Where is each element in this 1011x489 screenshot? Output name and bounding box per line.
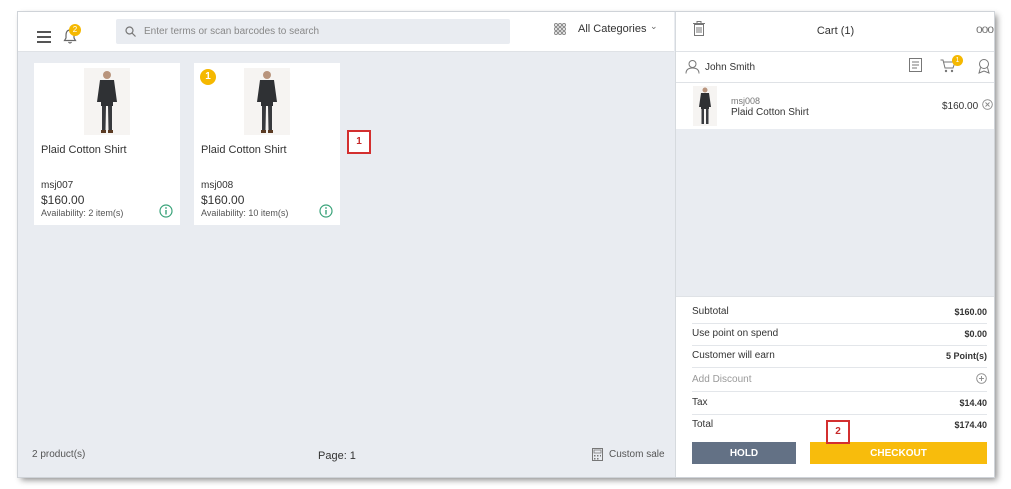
customer-row[interactable]: John Smith 1 <box>676 52 994 83</box>
product-name: Plaid Cotton Shirt <box>41 144 127 156</box>
search-icon <box>125 26 136 37</box>
receipt-icon[interactable] <box>909 58 922 72</box>
menu-icon[interactable] <box>37 31 51 43</box>
product-count: 2 product(s) <box>32 449 86 460</box>
product-sku: msj008 <box>201 180 234 191</box>
top-bar: 2 Enter terms or scan barcodes to search… <box>18 12 674 52</box>
cart-panel: Cart (1) ooo John Smith 1 msj008 Plaid C… <box>675 12 994 477</box>
product-sku: msj007 <box>41 180 74 191</box>
order-summary: Subtotal $160.00 Use point on spend $0.0… <box>676 296 994 477</box>
callout-marker-2: 2 <box>826 420 850 444</box>
remove-icon[interactable] <box>982 99 993 110</box>
product-availability: Availability: 10 item(s) <box>201 208 289 218</box>
cart-item-sku: msj008 <box>731 96 761 106</box>
product-card[interactable]: 1 Plaid Cotton Shirt msj008 $160.00 Avai… <box>194 63 340 225</box>
cart-line-item[interactable]: msj008 Plaid Cotton Shirt $160.00 <box>676 83 994 129</box>
total-value: $174.40 <box>954 420 987 430</box>
add-discount-label: Add Discount <box>692 374 752 385</box>
subtotal-row: Subtotal $160.00 <box>692 301 987 324</box>
notification-badge: 2 <box>69 24 81 36</box>
chevron-down-icon: ⌄ <box>650 21 658 31</box>
product-price: $160.00 <box>201 193 245 207</box>
product-card[interactable]: Plaid Cotton Shirt msj007 $160.00 Availa… <box>34 63 180 225</box>
points-value: $0.00 <box>964 329 987 339</box>
tax-label: Tax <box>692 397 708 408</box>
subtotal-value: $160.00 <box>954 307 987 317</box>
tax-row: Tax $14.40 <box>692 392 987 415</box>
cart-item-name: Plaid Cotton Shirt <box>731 107 809 118</box>
cart-count-badge: 1 <box>952 55 963 66</box>
category-label: All Categories <box>578 23 647 35</box>
hold-button[interactable]: HOLD <box>692 442 796 464</box>
cart-item-image <box>693 86 717 126</box>
product-image <box>244 68 290 135</box>
customer-name: John Smith <box>705 62 756 73</box>
total-label: Total <box>692 419 714 430</box>
cart-quantity-badge: 1 <box>200 69 216 85</box>
product-price: $160.00 <box>41 193 85 207</box>
page-indicator: Page: 1 <box>318 450 356 462</box>
search-placeholder: Enter terms or scan barcodes to search <box>144 26 320 37</box>
product-name: Plaid Cotton Shirt <box>201 144 287 156</box>
info-icon[interactable] <box>319 204 333 218</box>
cart-title: Cart (1) <box>816 25 855 37</box>
calculator-icon <box>592 448 603 461</box>
earn-row: Customer will earn 5 Point(s) <box>692 345 987 368</box>
loyalty-icon[interactable] <box>976 58 992 74</box>
earn-label: Customer will earn <box>692 350 775 361</box>
points-row[interactable]: Use point on spend $0.00 <box>692 323 987 346</box>
points-label: Use point on spend <box>692 328 779 339</box>
earn-value: 5 Point(s) <box>945 351 987 361</box>
bottom-bar: 2 product(s) Page: 1 Custom sale <box>18 442 674 472</box>
user-icon <box>685 60 700 74</box>
custom-sale-label: Custom sale <box>609 449 665 460</box>
checkout-button[interactable]: CHECKOUT <box>810 442 987 464</box>
product-image <box>84 68 130 135</box>
tax-value: $14.40 <box>959 398 987 408</box>
plus-circle-icon[interactable] <box>976 373 987 384</box>
search-input[interactable]: Enter terms or scan barcodes to search <box>116 19 510 44</box>
subtotal-label: Subtotal <box>692 306 729 317</box>
cart-header: Cart (1) ooo <box>676 12 994 52</box>
callout-marker-1: 1 <box>347 130 371 154</box>
pos-window: 2 Enter terms or scan barcodes to search… <box>18 12 994 477</box>
add-discount-row[interactable]: Add Discount <box>692 369 987 392</box>
product-availability: Availability: 2 item(s) <box>41 208 124 218</box>
info-icon[interactable] <box>159 204 173 218</box>
grid-icon <box>554 23 566 35</box>
cart-item-price: $160.00 <box>942 101 979 112</box>
more-icon[interactable]: ooo <box>976 22 994 36</box>
